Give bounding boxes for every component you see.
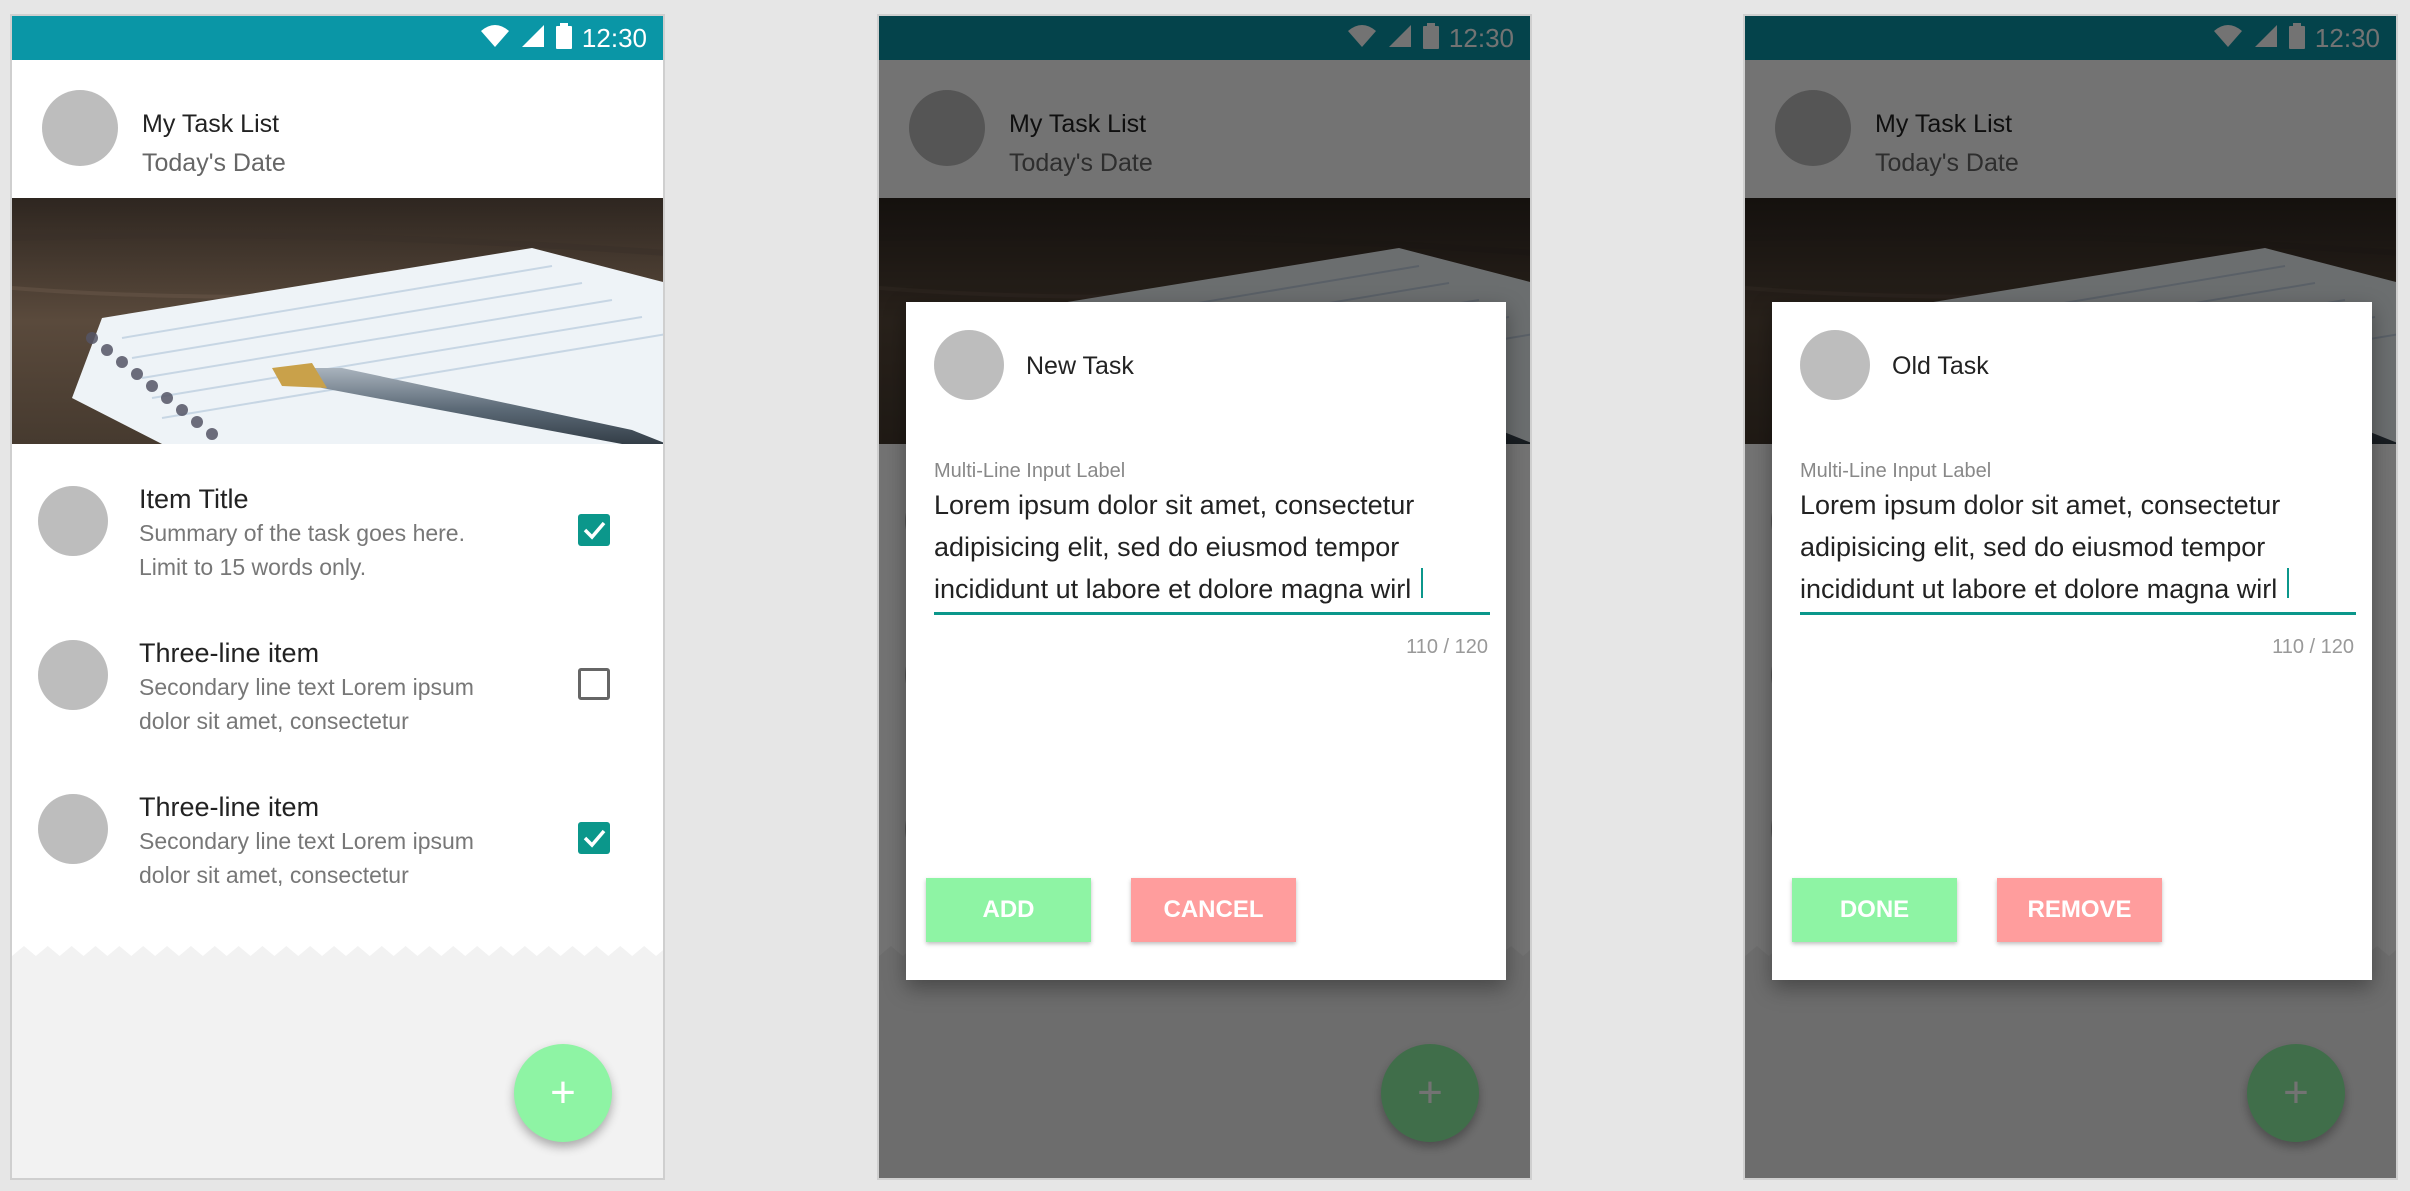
input-line: Lorem ipsum dolor sit amet, consectetur xyxy=(934,490,1415,520)
input-line-text: incididunt ut labore et dolore magna wir… xyxy=(1800,574,2278,604)
avatar xyxy=(38,486,108,556)
input-line: incididunt ut labore et dolore magna wir… xyxy=(1800,568,2360,610)
task-dialog: New Task Multi-Line Input Label Lorem ip… xyxy=(906,302,1506,980)
page-title: My Task List xyxy=(142,110,280,138)
list-item[interactable]: Three-line item Secondary line text Lore… xyxy=(12,598,663,748)
status-time: 12:30 xyxy=(581,22,647,53)
task-checkbox[interactable] xyxy=(578,668,610,700)
item-summary-line: Secondary line text Lorem ipsum xyxy=(139,828,474,854)
input-underline xyxy=(1800,612,2356,615)
primary-button[interactable]: DONE xyxy=(1792,878,1957,942)
battery-icon xyxy=(555,22,572,54)
phone-screen-new-task: 12:30 My Task List Today's Date xyxy=(877,14,1532,1180)
item-summary-line: Summary of the task goes here. xyxy=(139,520,465,546)
item-summary-line: Secondary line text Lorem ipsum xyxy=(139,674,474,700)
text-caret xyxy=(2287,568,2290,598)
app-header: My Task List Today's Date xyxy=(12,60,663,198)
task-list: Item Title Summary of the task goes here… xyxy=(12,444,663,964)
add-task-fab[interactable]: + xyxy=(514,1044,612,1142)
page-subtitle: Today's Date xyxy=(142,149,286,177)
header-image xyxy=(12,198,663,444)
item-title: Three-line item xyxy=(139,638,320,668)
notebook-pen-image xyxy=(12,198,663,444)
plus-icon: + xyxy=(550,1068,576,1117)
input-line: adipisicing elit, sed do eiusmod tempor xyxy=(934,532,1400,562)
item-title: Item Title xyxy=(139,484,249,514)
character-counter: 110 / 120 xyxy=(2272,636,2354,658)
task-dialog: Old Task Multi-Line Input Label Lorem ip… xyxy=(1772,302,2372,980)
task-checkbox[interactable] xyxy=(578,514,610,546)
item-title: Three-line item xyxy=(139,792,320,822)
item-summary-line: dolor sit amet, consectetur xyxy=(139,708,409,734)
status-bar: 12:30 xyxy=(12,16,663,60)
input-line: adipisicing elit, sed do eiusmod tempor xyxy=(1800,532,2266,562)
list-bottom-edge xyxy=(12,946,663,976)
input-line: Lorem ipsum dolor sit amet, consectetur xyxy=(1800,490,2281,520)
item-summary-line: dolor sit amet, consectetur xyxy=(139,862,409,888)
input-line-text: incididunt ut labore et dolore magna wir… xyxy=(934,574,1412,604)
phone-screen-old-task: 12:30 My Task List Today's Date xyxy=(1743,14,2398,1180)
avatar[interactable] xyxy=(42,90,118,166)
secondary-button[interactable]: CANCEL xyxy=(1131,878,1296,942)
character-counter: 110 / 120 xyxy=(1406,636,1488,658)
input-label: Multi-Line Input Label xyxy=(1800,460,1992,482)
multiline-input[interactable]: Lorem ipsum dolor sit amet, consectetur … xyxy=(1800,484,2360,610)
checkmark-icon xyxy=(583,829,606,848)
dialog-title: New Task xyxy=(1026,352,1134,380)
avatar xyxy=(934,330,1004,400)
avatar xyxy=(38,794,108,864)
multiline-input[interactable]: Lorem ipsum dolor sit amet, consectetur … xyxy=(934,484,1494,610)
input-label: Multi-Line Input Label xyxy=(934,460,1126,482)
task-checkbox[interactable] xyxy=(578,822,610,854)
checkmark-icon xyxy=(583,521,606,540)
item-summary-line: Limit to 15 words only. xyxy=(139,554,367,580)
list-item[interactable]: Three-line item Secondary line text Lore… xyxy=(12,752,663,902)
cell-signal-icon xyxy=(520,23,546,54)
phone-screen-list: 12:30 My Task List Today's Date Item Tit… xyxy=(10,14,665,1180)
secondary-button[interactable]: REMOVE xyxy=(1997,878,2162,942)
avatar xyxy=(38,640,108,710)
wifi-icon xyxy=(480,23,510,54)
dialog-title: Old Task xyxy=(1892,352,1989,380)
avatar xyxy=(1800,330,1870,400)
list-item[interactable]: Item Title Summary of the task goes here… xyxy=(12,444,663,594)
primary-button[interactable]: ADD xyxy=(926,878,1091,942)
status-icons: 12:30 xyxy=(480,16,647,60)
text-caret xyxy=(1421,568,1424,598)
input-line: incididunt ut labore et dolore magna wir… xyxy=(934,568,1494,610)
input-underline xyxy=(934,612,1490,615)
